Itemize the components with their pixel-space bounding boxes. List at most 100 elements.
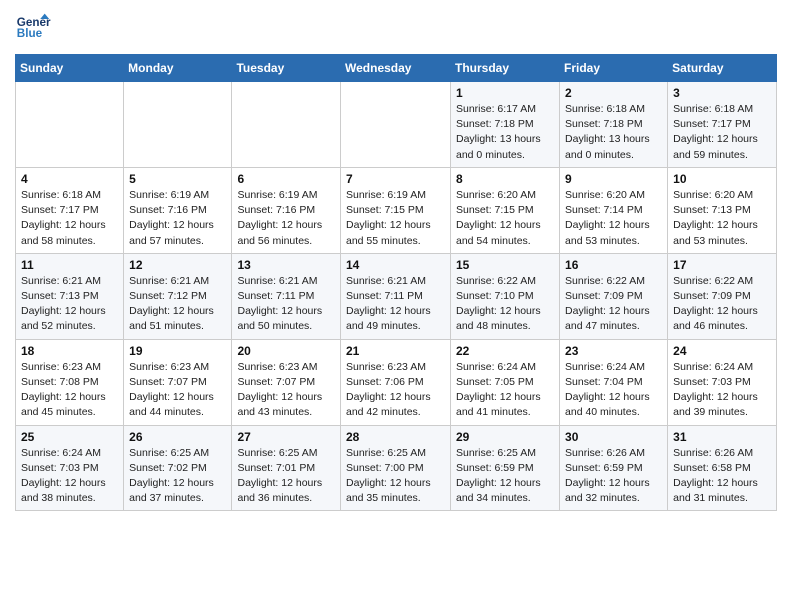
- logo-icon: General Blue: [15, 10, 51, 46]
- calendar-cell: 17 Sunrise: 6:22 AM Sunset: 7:09 PM Dayli…: [668, 253, 777, 339]
- day-info: Sunrise: 6:24 AM Sunset: 7:03 PM Dayligh…: [673, 360, 771, 421]
- day-info: Sunrise: 6:23 AM Sunset: 7:07 PM Dayligh…: [129, 360, 226, 421]
- day-info: Sunrise: 6:19 AM Sunset: 7:16 PM Dayligh…: [237, 188, 335, 249]
- day-info: Sunrise: 6:20 AM Sunset: 7:15 PM Dayligh…: [456, 188, 554, 249]
- calendar-cell: 18 Sunrise: 6:23 AM Sunset: 7:08 PM Dayli…: [16, 339, 124, 425]
- day-number: 8: [456, 172, 554, 186]
- day-info: Sunrise: 6:18 AM Sunset: 7:17 PM Dayligh…: [673, 102, 771, 163]
- calendar-cell: 5 Sunrise: 6:19 AM Sunset: 7:16 PM Daylig…: [124, 167, 232, 253]
- day-header-thursday: Thursday: [451, 55, 560, 82]
- day-number: 5: [129, 172, 226, 186]
- calendar-cell: 13 Sunrise: 6:21 AM Sunset: 7:11 PM Dayli…: [232, 253, 341, 339]
- calendar-cell: [16, 82, 124, 168]
- calendar-cell: 3 Sunrise: 6:18 AM Sunset: 7:17 PM Daylig…: [668, 82, 777, 168]
- day-header-wednesday: Wednesday: [341, 55, 451, 82]
- day-number: 25: [21, 430, 118, 444]
- calendar-cell: 1 Sunrise: 6:17 AM Sunset: 7:18 PM Daylig…: [451, 82, 560, 168]
- calendar-cell: [124, 82, 232, 168]
- calendar-cell: 11 Sunrise: 6:21 AM Sunset: 7:13 PM Dayli…: [16, 253, 124, 339]
- day-info: Sunrise: 6:18 AM Sunset: 7:17 PM Dayligh…: [21, 188, 118, 249]
- day-info: Sunrise: 6:24 AM Sunset: 7:05 PM Dayligh…: [456, 360, 554, 421]
- day-number: 10: [673, 172, 771, 186]
- calendar-cell: 16 Sunrise: 6:22 AM Sunset: 7:09 PM Dayli…: [560, 253, 668, 339]
- calendar-cell: 15 Sunrise: 6:22 AM Sunset: 7:10 PM Dayli…: [451, 253, 560, 339]
- calendar-cell: 12Sunrise: 6:21 AM Sunset: 7:12 PM Dayli…: [124, 253, 232, 339]
- day-info: Sunrise: 6:21 AM Sunset: 7:11 PM Dayligh…: [346, 274, 445, 335]
- day-number: 27: [237, 430, 335, 444]
- day-info: Sunrise: 6:17 AM Sunset: 7:18 PM Dayligh…: [456, 102, 554, 163]
- day-number: 3: [673, 86, 771, 100]
- day-number: 16: [565, 258, 662, 272]
- day-info: Sunrise: 6:23 AM Sunset: 7:08 PM Dayligh…: [21, 360, 118, 421]
- calendar-cell: 10 Sunrise: 6:20 AM Sunset: 7:13 PM Dayli…: [668, 167, 777, 253]
- calendar-cell: 20 Sunrise: 6:23 AM Sunset: 7:07 PM Dayli…: [232, 339, 341, 425]
- day-info: Sunrise: 6:25 AM Sunset: 7:01 PM Dayligh…: [237, 446, 335, 507]
- week-row-4: 18 Sunrise: 6:23 AM Sunset: 7:08 PM Dayli…: [16, 339, 777, 425]
- day-number: 29: [456, 430, 554, 444]
- day-number: 1: [456, 86, 554, 100]
- day-number: 20: [237, 344, 335, 358]
- logo: General Blue: [15, 10, 51, 46]
- calendar-cell: 31 Sunrise: 6:26 AM Sunset: 6:58 PM Dayli…: [668, 425, 777, 511]
- day-header-monday: Monday: [124, 55, 232, 82]
- day-info: Sunrise: 6:21 AM Sunset: 7:13 PM Dayligh…: [21, 274, 118, 335]
- week-row-2: 4 Sunrise: 6:18 AM Sunset: 7:17 PM Daylig…: [16, 167, 777, 253]
- day-info: Sunrise: 6:25 AM Sunset: 7:00 PM Dayligh…: [346, 446, 445, 507]
- day-number: 21: [346, 344, 445, 358]
- calendar-cell: 9 Sunrise: 6:20 AM Sunset: 7:14 PM Daylig…: [560, 167, 668, 253]
- day-info: Sunrise: 6:19 AM Sunset: 7:16 PM Dayligh…: [129, 188, 226, 249]
- day-number: 19: [129, 344, 226, 358]
- day-info: Sunrise: 6:25 AM Sunset: 7:02 PM Dayligh…: [129, 446, 226, 507]
- calendar-cell: 29 Sunrise: 6:25 AM Sunset: 6:59 PM Dayli…: [451, 425, 560, 511]
- day-number: 24: [673, 344, 771, 358]
- day-info: Sunrise: 6:25 AM Sunset: 6:59 PM Dayligh…: [456, 446, 554, 507]
- calendar-cell: 6Sunrise: 6:19 AM Sunset: 7:16 PM Daylig…: [232, 167, 341, 253]
- day-info: Sunrise: 6:19 AM Sunset: 7:15 PM Dayligh…: [346, 188, 445, 249]
- day-number: 22: [456, 344, 554, 358]
- calendar-cell: 2 Sunrise: 6:18 AM Sunset: 7:18 PM Daylig…: [560, 82, 668, 168]
- day-info: Sunrise: 6:22 AM Sunset: 7:09 PM Dayligh…: [565, 274, 662, 335]
- day-info: Sunrise: 6:24 AM Sunset: 7:04 PM Dayligh…: [565, 360, 662, 421]
- day-info: Sunrise: 6:23 AM Sunset: 7:07 PM Dayligh…: [237, 360, 335, 421]
- week-row-3: 11 Sunrise: 6:21 AM Sunset: 7:13 PM Dayli…: [16, 253, 777, 339]
- day-number: 11: [21, 258, 118, 272]
- day-header-sunday: Sunday: [16, 55, 124, 82]
- day-info: Sunrise: 6:26 AM Sunset: 6:58 PM Dayligh…: [673, 446, 771, 507]
- day-info: Sunrise: 6:23 AM Sunset: 7:06 PM Dayligh…: [346, 360, 445, 421]
- calendar-cell: 22 Sunrise: 6:24 AM Sunset: 7:05 PM Dayli…: [451, 339, 560, 425]
- day-info: Sunrise: 6:24 AM Sunset: 7:03 PM Dayligh…: [21, 446, 118, 507]
- day-number: 15: [456, 258, 554, 272]
- day-number: 14: [346, 258, 445, 272]
- day-number: 31: [673, 430, 771, 444]
- day-number: 13: [237, 258, 335, 272]
- day-number: 30: [565, 430, 662, 444]
- calendar-cell: 4 Sunrise: 6:18 AM Sunset: 7:17 PM Daylig…: [16, 167, 124, 253]
- calendar-cell: 24 Sunrise: 6:24 AM Sunset: 7:03 PM Dayli…: [668, 339, 777, 425]
- calendar-cell: 23Sunrise: 6:24 AM Sunset: 7:04 PM Dayli…: [560, 339, 668, 425]
- day-info: Sunrise: 6:20 AM Sunset: 7:13 PM Dayligh…: [673, 188, 771, 249]
- page-header: General Blue: [15, 10, 777, 46]
- day-info: Sunrise: 6:18 AM Sunset: 7:18 PM Dayligh…: [565, 102, 662, 163]
- day-number: 2: [565, 86, 662, 100]
- day-number: 17: [673, 258, 771, 272]
- day-number: 12: [129, 258, 226, 272]
- calendar-cell: 28 Sunrise: 6:25 AM Sunset: 7:00 PM Dayli…: [341, 425, 451, 511]
- day-number: 9: [565, 172, 662, 186]
- day-info: Sunrise: 6:21 AM Sunset: 7:11 PM Dayligh…: [237, 274, 335, 335]
- day-number: 18: [21, 344, 118, 358]
- day-number: 28: [346, 430, 445, 444]
- day-info: Sunrise: 6:20 AM Sunset: 7:14 PM Dayligh…: [565, 188, 662, 249]
- calendar-cell: 27 Sunrise: 6:25 AM Sunset: 7:01 PM Dayli…: [232, 425, 341, 511]
- calendar-cell: [232, 82, 341, 168]
- calendar-cell: 26Sunrise: 6:25 AM Sunset: 7:02 PM Dayli…: [124, 425, 232, 511]
- day-info: Sunrise: 6:22 AM Sunset: 7:09 PM Dayligh…: [673, 274, 771, 335]
- day-number: 4: [21, 172, 118, 186]
- calendar-cell: 7 Sunrise: 6:19 AM Sunset: 7:15 PM Daylig…: [341, 167, 451, 253]
- day-info: Sunrise: 6:22 AM Sunset: 7:10 PM Dayligh…: [456, 274, 554, 335]
- week-row-1: 1 Sunrise: 6:17 AM Sunset: 7:18 PM Daylig…: [16, 82, 777, 168]
- day-header-tuesday: Tuesday: [232, 55, 341, 82]
- calendar-cell: 30Sunrise: 6:26 AM Sunset: 6:59 PM Dayli…: [560, 425, 668, 511]
- calendar-table: SundayMondayTuesdayWednesdayThursdayFrid…: [15, 54, 777, 511]
- day-number: 7: [346, 172, 445, 186]
- calendar-cell: 21 Sunrise: 6:23 AM Sunset: 7:06 PM Dayli…: [341, 339, 451, 425]
